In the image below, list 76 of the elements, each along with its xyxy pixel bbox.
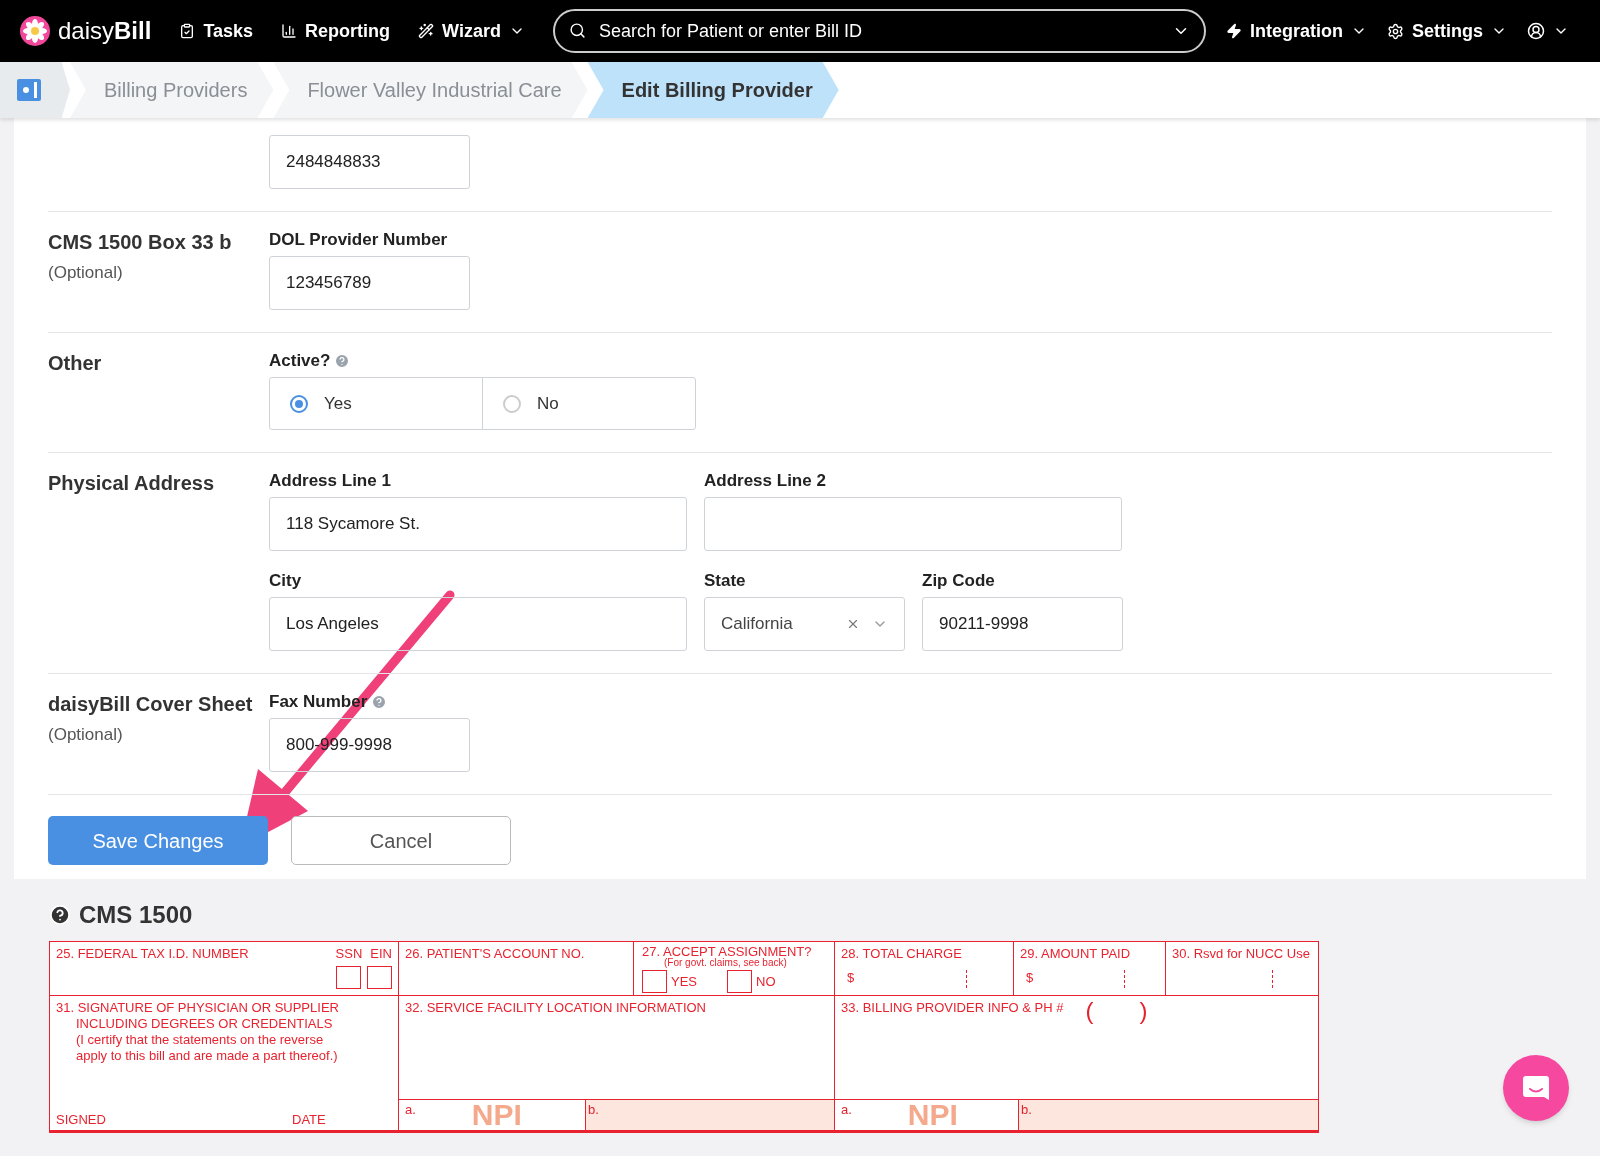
nav-item[interactable]: Integration	[1225, 17, 1367, 45]
form-label: SSN	[335, 946, 363, 962]
phone-parentheses: ( )	[1085, 1000, 1148, 1022]
text-field[interactable]	[704, 497, 1122, 551]
radio-button[interactable]	[290, 394, 308, 413]
cancel-button[interactable]: Cancel	[291, 816, 511, 865]
form-label: 30. Rsvd for NUCC Use	[1172, 946, 1311, 962]
form-label: b.	[1021, 1102, 1032, 1117]
clipboard-icon	[179, 23, 196, 39]
preview-title: CMS 1500	[79, 900, 193, 930]
form-label: INCLUDING DEGREES OR CREDENTIALS	[75, 1016, 334, 1032]
text-field[interactable]: Los Angeles	[269, 597, 687, 651]
section-title: daisyBill Cover Sheet	[48, 692, 254, 716]
help-icon	[49, 904, 71, 926]
form-label: b.	[588, 1102, 599, 1117]
clear-icon[interactable]	[846, 617, 860, 631]
lightning-icon	[1225, 23, 1242, 39]
radio-option[interactable]: No	[482, 377, 696, 430]
form-label: 33. BILLING PROVIDER INFO & PH #	[841, 1000, 1064, 1016]
form-label: 29. AMOUNT PAID	[1020, 946, 1132, 962]
field-label: Address Line 2	[704, 470, 826, 493]
form-label: 25. FEDERAL TAX I.D. NUMBER	[56, 946, 249, 963]
form-label: (I certify that the statements on the reverse	[75, 1032, 325, 1048]
currency-sign: $	[847, 970, 856, 987]
section-title: Other	[48, 351, 103, 375]
field-label: Zip Code	[922, 570, 995, 593]
radio-option[interactable]: Yes	[269, 377, 483, 430]
search-field[interactable]: Search for Patient or enter Bill ID	[552, 9, 1206, 53]
section-title: CMS 1500 Box 33 b	[48, 230, 233, 254]
home-crumb[interactable]	[0, 62, 70, 118]
flower-logo-icon	[20, 16, 50, 46]
nav-item[interactable]: Settings	[1386, 17, 1507, 45]
section-title: Physical Address	[48, 471, 215, 495]
text-field[interactable]: 2484848833	[269, 135, 470, 189]
breadcrumb-item[interactable]: Edit Billing Provider	[587, 62, 839, 118]
field-label: State	[704, 570, 746, 593]
text-field[interactable]: 118 Sycamore St.	[269, 497, 687, 551]
chat-icon	[1521, 1073, 1551, 1103]
radio-button[interactable]	[503, 394, 521, 413]
optional-note: (Optional)	[48, 262, 124, 284]
form-label: 27. ACCEPT ASSIGNMENT?	[642, 946, 813, 958]
provider-card-icon	[16, 77, 42, 103]
form-label: a.	[841, 1101, 852, 1118]
text-field[interactable]: 90211-9998	[922, 597, 1123, 651]
optional-note: (Optional)	[48, 724, 124, 746]
form-label: NO	[756, 973, 776, 990]
field-label: Address Line 1	[269, 470, 391, 493]
brand-name[interactable]: daisyBill	[58, 13, 152, 49]
search-icon	[568, 22, 586, 39]
form-label: 26. PATIENT'S ACCOUNT NO.	[405, 946, 585, 961]
nav-item[interactable]: Tasks	[179, 17, 254, 45]
state-select[interactable]: California	[704, 597, 905, 651]
form-label: EIN	[370, 946, 392, 962]
chat-button[interactable]	[1503, 1055, 1569, 1121]
field-label: Active?	[269, 350, 331, 373]
form-label: SIGNED	[56, 1112, 107, 1128]
nav-item[interactable]: Reporting	[281, 17, 391, 45]
npi-watermark: NPI	[471, 1100, 522, 1130]
form-label: apply to this bill and are made a part thereof.)	[75, 1048, 339, 1064]
field-label: DOL Provider Number	[269, 229, 448, 252]
nav-item[interactable]: Wizard	[418, 17, 525, 45]
npi-watermark: NPI	[907, 1100, 958, 1130]
form-label: 31. SIGNATURE OF PHYSICIAN OR SUPPLIER	[56, 1000, 340, 1016]
form-label: DATE	[292, 1112, 326, 1128]
text-field[interactable]: 123456789	[269, 256, 470, 310]
user-icon	[1526, 22, 1545, 40]
form-label: a.	[405, 1101, 416, 1118]
form-label: YES	[671, 973, 697, 990]
bar-chart-icon	[281, 23, 298, 39]
currency-sign: $	[1026, 970, 1035, 987]
wand-icon	[418, 23, 435, 39]
form-note: (For govt. claims, see back)	[664, 958, 788, 968]
field-label: City	[269, 570, 302, 593]
form-label: 28. TOTAL CHARGE	[841, 946, 963, 962]
settings-icon	[1386, 22, 1404, 40]
form-label: 32. SERVICE FACILITY LOCATION INFORMATION	[405, 1000, 706, 1016]
